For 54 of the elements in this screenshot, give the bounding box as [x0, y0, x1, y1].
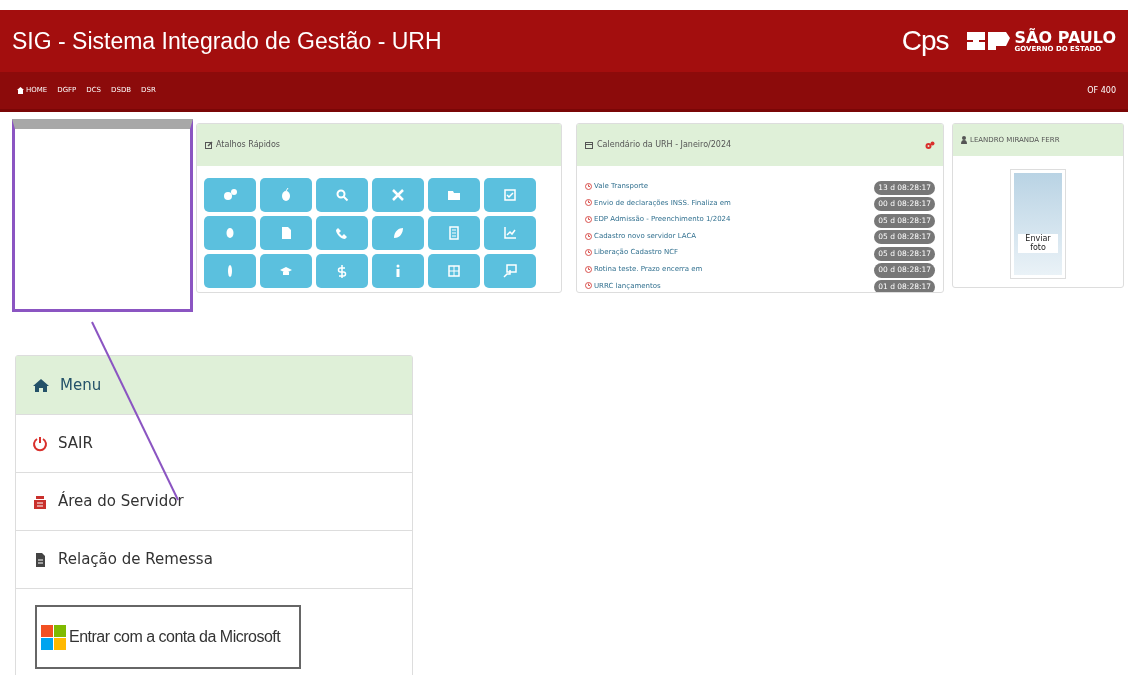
shortcut-button[interactable] [372, 216, 424, 250]
sp-logo-icon [964, 30, 1011, 52]
shortcut-button[interactable] [372, 178, 424, 212]
shortcut-button[interactable] [428, 178, 480, 212]
clock-icon [585, 265, 592, 273]
chart-icon [503, 226, 517, 240]
clock-icon [585, 199, 592, 207]
folder-icon [447, 188, 461, 202]
phone-icon [335, 226, 349, 240]
office-code: OF 400 [1087, 84, 1116, 97]
clock-icon [585, 282, 592, 290]
shortcut-button[interactable] [428, 254, 480, 288]
clock-icon [585, 232, 592, 240]
apple-icon [279, 188, 293, 202]
shortcut-button[interactable] [260, 254, 312, 288]
card-title: Atalhos Rápidos [216, 139, 280, 151]
shortcut-button[interactable] [260, 178, 312, 212]
upload-photo-label[interactable]: Enviar foto [1018, 233, 1058, 253]
shortcut-button[interactable] [260, 216, 312, 250]
cps-logo: Cps [901, 27, 949, 55]
shortcut-button[interactable] [428, 216, 480, 250]
shortcut-button[interactable] [316, 254, 368, 288]
dollar-icon [335, 264, 349, 278]
leaf-icon [391, 226, 405, 240]
shortcut-button[interactable] [204, 178, 256, 212]
shortcut-button[interactable] [204, 216, 256, 250]
card-title: Calendário da URH - Janeiro/2024 [597, 139, 732, 151]
search-icon [335, 188, 349, 202]
photo-placeholder[interactable]: Enviar foto [1014, 173, 1062, 275]
state-name: SÃO PAULO [1014, 29, 1116, 46]
shortcut-button[interactable] [316, 178, 368, 212]
clock-icon [585, 182, 592, 190]
calendar-icon [585, 141, 593, 149]
home-icon [32, 378, 50, 392]
person-icon [961, 136, 967, 144]
clock-icon [585, 216, 592, 223]
shortcut-button[interactable] [316, 216, 368, 250]
home-icon [17, 87, 24, 94]
graduation-cap-icon [279, 264, 293, 278]
shortcut-button[interactable] [372, 254, 424, 288]
shortcut-button[interactable] [484, 216, 536, 250]
microsoft-logo-icon [41, 624, 66, 650]
shortcut-button[interactable] [204, 254, 256, 288]
document-icon [279, 226, 293, 240]
app-title: SIG - Sistema Integrado de Gestão - URH [12, 26, 442, 56]
shortcut-button[interactable] [484, 254, 536, 288]
menu-title: Menu [60, 374, 102, 396]
edit-icon [205, 141, 213, 149]
checkbox-icon [503, 188, 517, 202]
chat-icon [503, 264, 517, 278]
power-icon [32, 435, 48, 452]
clock-icon [585, 249, 592, 257]
microsoft-signin-button[interactable]: Entrar com a conta da Microsoft [35, 605, 301, 669]
shortcut-button[interactable] [484, 178, 536, 212]
